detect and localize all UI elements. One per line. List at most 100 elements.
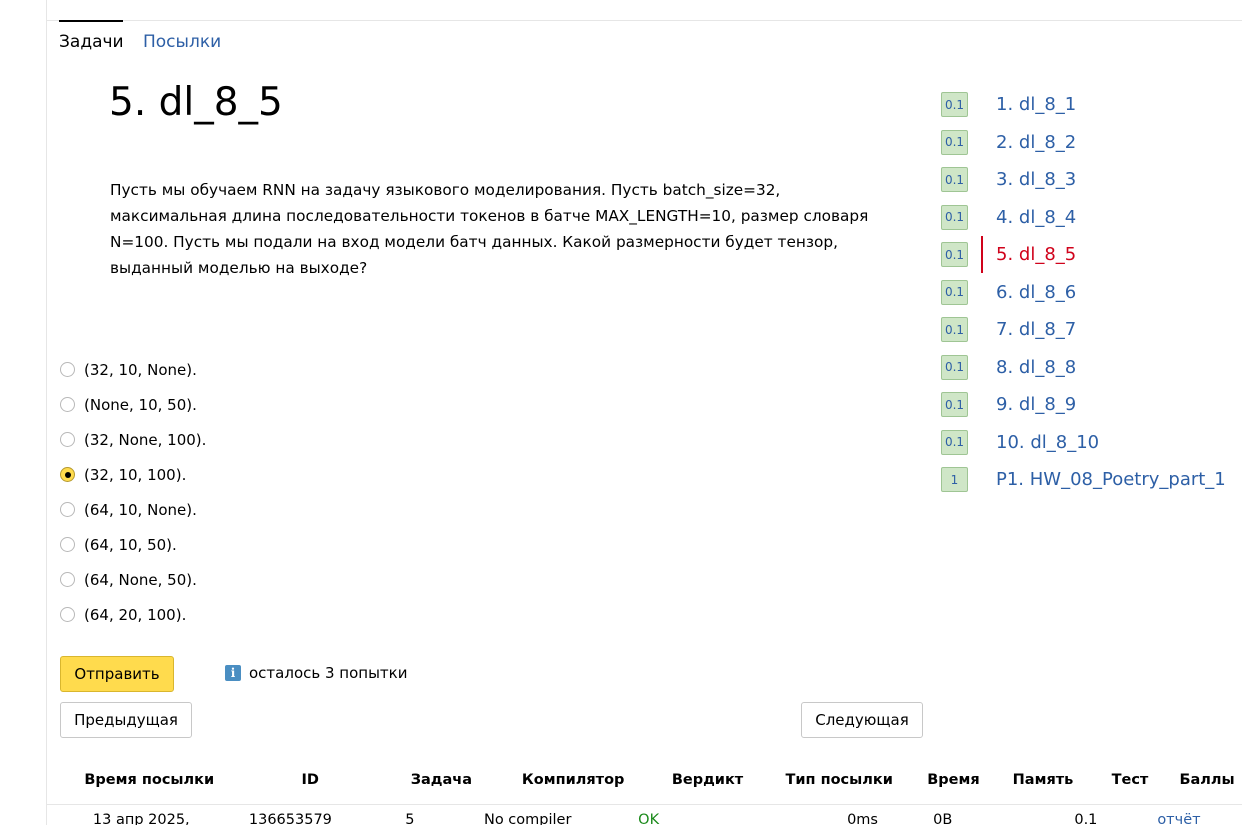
radio-button[interactable]	[60, 572, 75, 587]
answer-option-label: (32, None, 100).	[84, 430, 207, 449]
answer-option-label: (None, 10, 50).	[84, 395, 197, 414]
table-cell: 13 апр 2025, 10:00:56	[92, 812, 190, 825]
answer-option[interactable]: (64, 20, 100).	[60, 597, 206, 632]
info-icon: i	[225, 665, 241, 681]
score-badge: 0.1	[941, 279, 968, 305]
next-button[interactable]: Следующая	[801, 702, 923, 738]
problem-link[interactable]: 1. dl_8_1	[996, 94, 1076, 115]
answer-option-label: (64, 10, 50).	[84, 535, 177, 554]
content-left-border	[46, 0, 47, 825]
problem-link[interactable]: 8. dl_8_8	[996, 357, 1076, 378]
problem-list-item[interactable]: 0.1 7. dl_8_7	[941, 311, 1226, 349]
column-header: Память	[1012, 772, 1074, 788]
problem-list-item[interactable]: 0.1 1. dl_8_1	[941, 86, 1226, 124]
answer-option[interactable]: (64, 10, 50).	[60, 527, 206, 562]
answer-option[interactable]: (64, 10, None).	[60, 492, 206, 527]
table-cell: 0.1	[1074, 812, 1098, 825]
problem-title: 5. dl_8_5	[109, 80, 283, 125]
table-cell: No compiler	[483, 812, 572, 825]
problem-link[interactable]: 2. dl_8_2	[996, 132, 1076, 153]
radio-button[interactable]	[60, 362, 75, 377]
active-problem-indicator	[981, 236, 983, 273]
problem-list-item[interactable]: 0.1 6. dl_8_6	[941, 274, 1226, 312]
problem-link[interactable]: 3. dl_8_3	[996, 169, 1076, 190]
submissions-table-body: 13 апр 2025, 10:00:56 136653579 5 No compil…	[60, 812, 1242, 825]
active-tab-indicator	[59, 20, 123, 22]
answer-option[interactable]: (32, 10, None).	[60, 352, 206, 387]
report-link[interactable]: отчёт	[1117, 812, 1242, 825]
problem-list: 0.1 1. dl_8_1 0.1 2. dl_8_2 0.1 3. dl_8_3 0.1 4…	[941, 86, 1226, 499]
table-cell: 0ms	[847, 812, 878, 825]
score-badge: 0.1	[941, 204, 968, 230]
problem-list-item[interactable]: 0.1 10. dl_8_10	[941, 424, 1226, 462]
score-badge: 0.1	[941, 354, 968, 380]
answer-option[interactable]: (32, None, 100).	[60, 422, 206, 457]
problem-list-item[interactable]: 0.1 8. dl_8_8	[941, 349, 1226, 387]
column-header: Время	[927, 772, 980, 788]
problem-link[interactable]: 10. dl_8_10	[996, 432, 1099, 453]
score-badge: 0.1	[941, 392, 968, 418]
answer-option-label: (64, None, 50).	[84, 570, 197, 589]
submit-button[interactable]: Отправить	[60, 656, 174, 692]
answer-option-label: (32, 10, None).	[84, 360, 197, 379]
radio-button[interactable]	[60, 537, 75, 552]
column-header: ID	[301, 772, 319, 788]
column-header: Тест	[1111, 772, 1149, 788]
problem-statement: Пусть мы обучаем RNN на задачу языкового…	[110, 181, 869, 277]
column-header: Вердикт	[671, 772, 744, 788]
attempts-text: осталось 3 попытки	[249, 664, 408, 682]
problem-list-item[interactable]: 0.1 4. dl_8_4	[941, 199, 1226, 237]
column-header: Баллы	[1179, 772, 1235, 788]
score-badge: 0.1	[941, 429, 968, 455]
column-header: Время посылки	[84, 772, 215, 788]
radio-button[interactable]	[60, 432, 75, 447]
table-cell: OK	[638, 812, 660, 825]
score-badge: 0.1	[941, 167, 968, 193]
radio-button[interactable]	[60, 467, 75, 482]
problem-list-item[interactable]: 0.1 9. dl_8_9	[941, 386, 1226, 424]
page: Задачи Посылки 5. dl_8_5 Пусть мы обучае…	[0, 0, 1242, 825]
score-badge: 0.1	[941, 242, 968, 268]
table-cell: 0B	[933, 812, 953, 825]
answer-option[interactable]: (64, None, 50).	[60, 562, 206, 597]
table-header-row: Время посылки ID Задача Компилятор Вердикт Ти…	[60, 762, 1242, 798]
problem-list-item[interactable]: 0.1 3. dl_8_3	[941, 161, 1226, 199]
tab-problems[interactable]: Задачи	[59, 32, 124, 52]
score-badge: 1	[941, 467, 968, 493]
previous-button[interactable]: Предыдущая	[60, 702, 192, 738]
attempts-info: i осталось 3 попытки	[225, 664, 407, 682]
table-row: 13 апр 2025, 10:00:56 136653579 5 No compil…	[60, 812, 1242, 825]
column-header: Компилятор	[521, 772, 625, 788]
problem-list-item[interactable]: 1 P1. HW_08_Poetry_part_1	[941, 461, 1226, 499]
answer-option[interactable]: (32, 10, 100).	[60, 457, 206, 492]
answer-option-label: (64, 10, None).	[84, 500, 197, 519]
score-badge: 0.1	[941, 317, 968, 343]
problem-list-item[interactable]: 0.1 2. dl_8_2	[941, 124, 1226, 162]
problem-link[interactable]: 5. dl_8_5	[996, 244, 1076, 265]
column-header: Задача	[410, 772, 473, 788]
score-badge: 0.1	[941, 92, 968, 118]
column-header: Тип посылки	[785, 772, 893, 788]
problem-link[interactable]: 6. dl_8_6	[996, 282, 1076, 303]
table-cell: 136653579	[248, 812, 332, 825]
radio-button[interactable]	[60, 502, 75, 517]
tab-submissions[interactable]: Посылки	[143, 32, 221, 52]
answer-option[interactable]: (None, 10, 50).	[60, 387, 206, 422]
radio-button[interactable]	[60, 607, 75, 622]
score-badge: 0.1	[941, 129, 968, 155]
table-cell	[982, 812, 1054, 825]
problem-link[interactable]: 7. dl_8_7	[996, 319, 1076, 340]
table-cell: 5	[405, 812, 415, 825]
answer-option-label: (64, 20, 100).	[84, 605, 187, 624]
table-cell	[703, 812, 822, 825]
radio-button[interactable]	[60, 397, 75, 412]
problem-link[interactable]: 4. dl_8_4	[996, 207, 1076, 228]
table-header-divider	[46, 804, 1242, 805]
content-top-border	[46, 20, 1242, 21]
problem-list-item[interactable]: 0.1 5. dl_8_5	[941, 236, 1226, 274]
answer-option-label: (32, 10, 100).	[84, 465, 187, 484]
answer-options: (32, 10, None). (None, 10, 50). (32, None,…	[60, 352, 206, 632]
problem-link[interactable]: 9. dl_8_9	[996, 394, 1076, 415]
problem-link[interactable]: P1. HW_08_Poetry_part_1	[996, 469, 1226, 490]
submissions-table: Время посылки ID Задача Компилятор Вердикт Ти…	[60, 762, 1242, 798]
